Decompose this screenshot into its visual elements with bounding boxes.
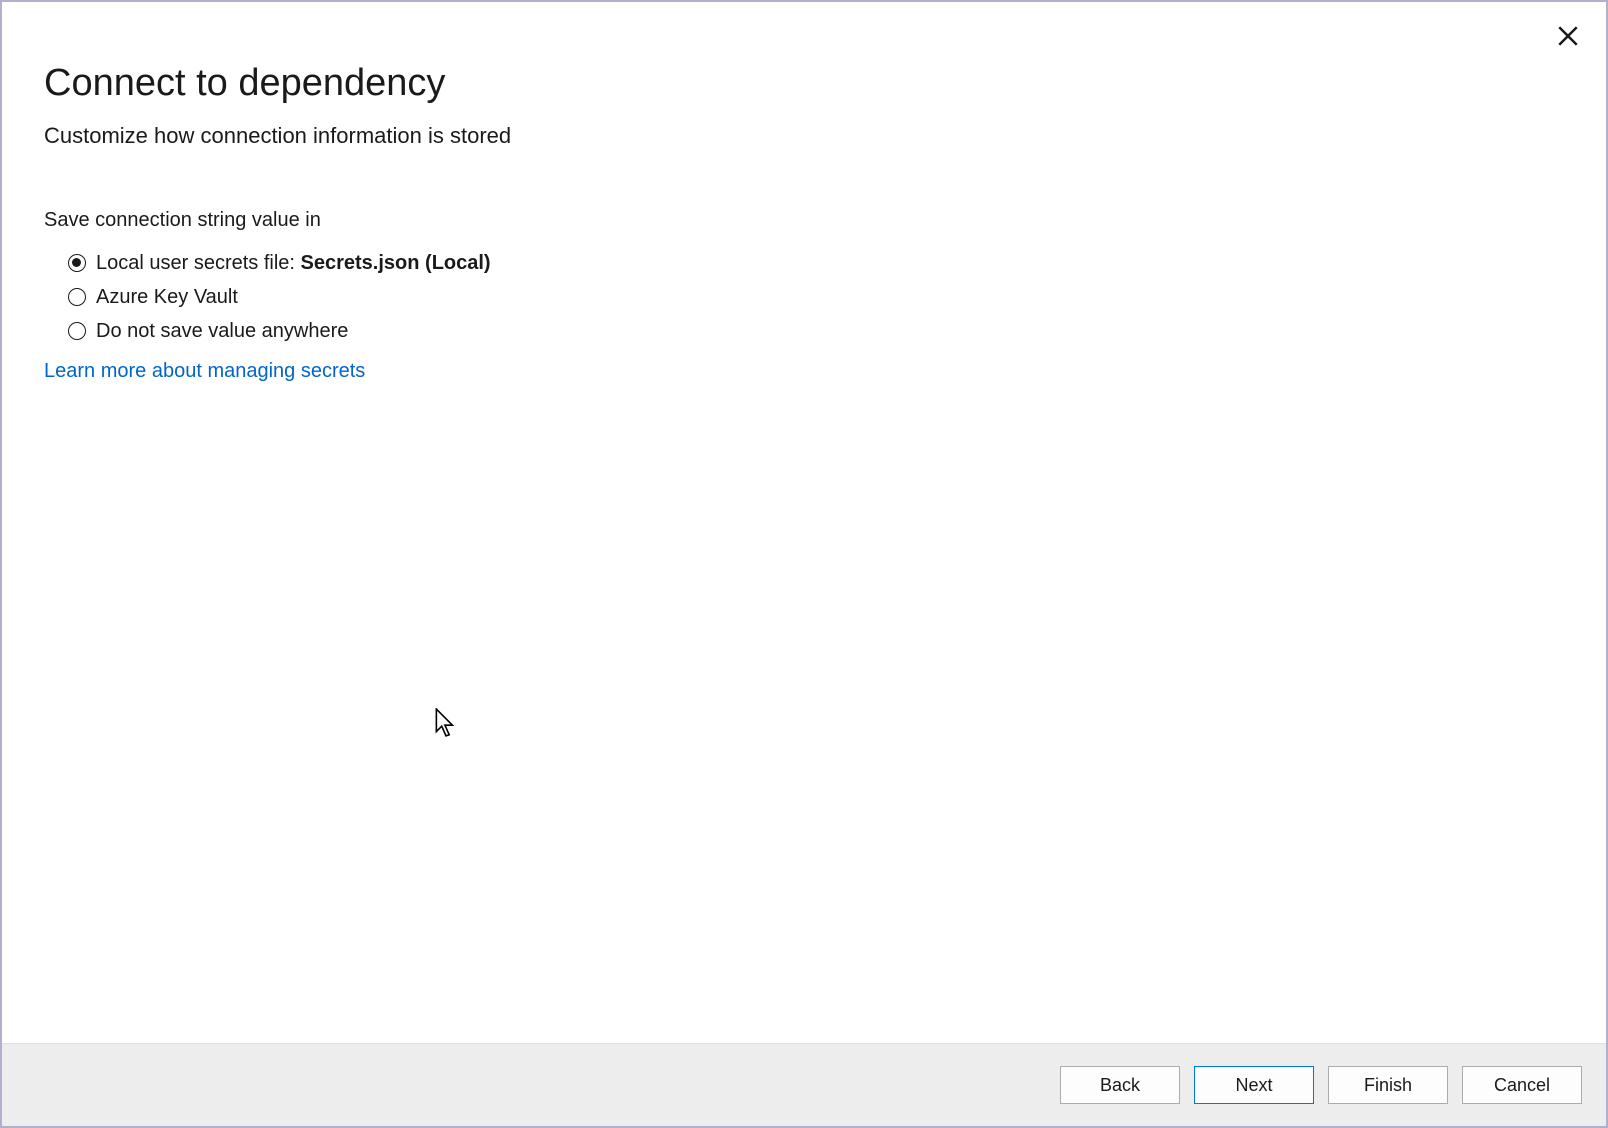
radio-icon — [68, 254, 86, 272]
dialog-window: Connect to dependency Customize how conn… — [0, 0, 1608, 1128]
radio-label-text: Azure Key Vault — [96, 286, 238, 308]
dialog-footer: Back Next Finish Cancel — [2, 1043, 1606, 1126]
radio-label: Local user secrets file: Secrets.json (L… — [96, 252, 491, 275]
radio-label-text: Do not save value anywhere — [96, 320, 348, 342]
radio-label-text: Local user secrets file: — [96, 252, 301, 274]
close-button[interactable] — [1554, 22, 1582, 50]
next-button[interactable]: Next — [1194, 1066, 1314, 1104]
section-label: Save connection string value in — [44, 209, 1564, 232]
learn-more-link[interactable]: Learn more about managing secrets — [44, 360, 365, 383]
dialog-content: Connect to dependency Customize how conn… — [2, 2, 1606, 1043]
page-subtitle: Customize how connection information is … — [44, 123, 1564, 149]
radio-label-bold: Secrets.json (Local) — [301, 252, 491, 274]
back-button[interactable]: Back — [1060, 1066, 1180, 1104]
radio-option-azure-key-vault[interactable]: Azure Key Vault — [68, 280, 1564, 314]
radio-label: Do not save value anywhere — [96, 320, 348, 343]
radio-group: Local user secrets file: Secrets.json (L… — [44, 246, 1564, 348]
cancel-button[interactable]: Cancel — [1462, 1066, 1582, 1104]
finish-button[interactable]: Finish — [1328, 1066, 1448, 1104]
radio-label: Azure Key Vault — [96, 286, 238, 309]
radio-option-do-not-save[interactable]: Do not save value anywhere — [68, 314, 1564, 348]
close-icon — [1558, 26, 1578, 46]
radio-icon — [68, 288, 86, 306]
radio-icon — [68, 322, 86, 340]
radio-option-local-secrets[interactable]: Local user secrets file: Secrets.json (L… — [68, 246, 1564, 280]
page-title: Connect to dependency — [44, 62, 1564, 105]
